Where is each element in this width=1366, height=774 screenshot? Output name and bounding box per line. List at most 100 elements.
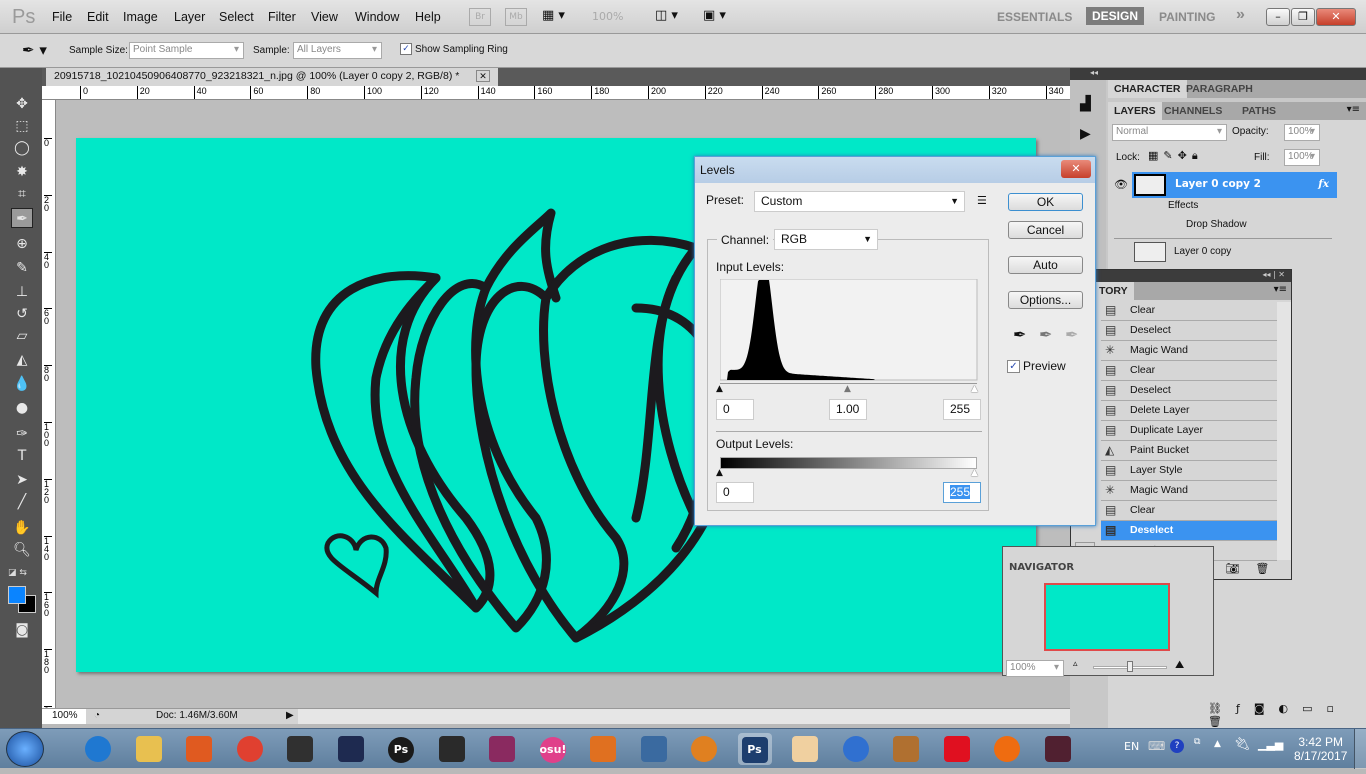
default-colors-icon[interactable]: ◪ ⇆ xyxy=(8,568,27,578)
zoom-field[interactable]: 100% xyxy=(42,709,86,724)
eraser-tool-icon[interactable]: ▱ xyxy=(11,326,33,346)
show-desktop-button[interactable] xyxy=(1354,729,1366,769)
taskbar-app-audacity[interactable] xyxy=(283,733,317,765)
opacity-field[interactable]: 100% xyxy=(1284,124,1320,141)
output-white-slider[interactable]: ▲ xyxy=(971,468,978,478)
taskbar-app-osu-[interactable]: osu! xyxy=(536,733,570,765)
taskbar-app-arrow-app[interactable] xyxy=(990,733,1024,765)
effects-row[interactable]: Effects xyxy=(1168,200,1198,211)
taskbar-app-fl-studio[interactable] xyxy=(687,733,721,765)
output-black-field[interactable]: 0 xyxy=(716,482,754,503)
status-menu-arrow[interactable]: ▶ xyxy=(286,710,294,721)
navigator-preview[interactable] xyxy=(1044,583,1170,651)
taskbar-app-heart-app[interactable] xyxy=(788,733,822,765)
fill-field[interactable]: 100% xyxy=(1284,149,1320,166)
hand-tool-icon[interactable]: ✋ xyxy=(11,518,33,538)
menu-select[interactable]: Select xyxy=(219,10,254,24)
history-item[interactable]: ▤ Deselect xyxy=(1101,521,1277,541)
input-black-field[interactable]: 0 xyxy=(716,399,754,420)
levels-titlebar[interactable]: Levels ✕ xyxy=(695,157,1095,183)
signal-icon[interactable]: ▁▃▅ xyxy=(1258,738,1283,751)
channel-select[interactable]: RGB ▼ xyxy=(774,229,878,250)
tab-history[interactable]: TORY xyxy=(1099,282,1134,300)
output-white-field[interactable]: 255 xyxy=(943,482,981,503)
sample-size-select[interactable]: Point Sample xyxy=(129,42,244,59)
gray-point-eyedropper-icon[interactable]: ✒ xyxy=(1039,325,1052,344)
taskbar-app-opera[interactable] xyxy=(940,733,974,765)
input-white-field[interactable]: 255 xyxy=(943,399,981,420)
tab-paths[interactable]: PATHS xyxy=(1236,102,1282,120)
show-hidden-icons[interactable]: ▲ xyxy=(1214,739,1221,749)
input-gamma-field[interactable]: 1.00 xyxy=(829,399,867,420)
line-tool-icon[interactable]: ╱ xyxy=(11,492,33,512)
close-button[interactable]: ✕ xyxy=(1316,8,1356,26)
output-black-slider[interactable]: ▲ xyxy=(716,468,723,478)
histogram-panel-icon[interactable]: ▟ xyxy=(1080,96,1091,112)
workspace-essentials[interactable]: ESSENTIALS xyxy=(997,10,1072,24)
network-adapter-icon[interactable]: ⧉ xyxy=(1194,737,1200,747)
taskbar-app-internet-explorer[interactable] xyxy=(81,733,115,765)
history-item[interactable]: ▤ Deselect xyxy=(1101,321,1277,341)
history-item[interactable]: ▤ Clear xyxy=(1101,301,1277,321)
layers-footer-icons[interactable]: ⛓ƒ◙◐▭▫🗑︎ xyxy=(1208,702,1366,728)
more-workspaces-button[interactable]: » xyxy=(1236,6,1245,24)
minimize-button[interactable]: – xyxy=(1266,8,1290,26)
screen-mode-icon[interactable]: ▣ ▾ xyxy=(703,8,726,23)
history-item[interactable]: ▤ Layer Style xyxy=(1101,461,1277,481)
tab-character[interactable]: CHARACTER xyxy=(1108,80,1187,98)
clone-stamp-tool-icon[interactable]: ⊥ xyxy=(11,282,33,302)
navigator-slider-handle[interactable] xyxy=(1127,661,1133,672)
zoom-out-icon[interactable]: ▵ xyxy=(1073,659,1078,669)
crop-tool-icon[interactable]: ⌗ xyxy=(11,184,33,204)
quick-mask-icon[interactable]: ◙ xyxy=(11,620,33,640)
dodge-tool-icon[interactable]: ● xyxy=(11,398,33,418)
history-item[interactable]: ✳ Magic Wand xyxy=(1101,481,1277,501)
workspace-design[interactable]: DESIGN xyxy=(1086,7,1145,25)
keyboard-icon[interactable]: ⌨ xyxy=(1148,739,1165,753)
history-item[interactable]: ▤ Deselect xyxy=(1101,381,1277,401)
history-brush-tool-icon[interactable]: ↺ xyxy=(11,304,33,324)
history-panel-header[interactable]: ◂◂ | ✕ xyxy=(1071,270,1291,282)
input-gamma-slider[interactable]: ▲ xyxy=(844,384,851,394)
preset-options-icon[interactable]: ☰ xyxy=(977,194,987,207)
taskbar-app-file-explorer[interactable] xyxy=(132,733,166,765)
drop-shadow-row[interactable]: Drop Shadow xyxy=(1186,219,1247,230)
move-tool-icon[interactable]: ✥ xyxy=(11,94,33,114)
status-info-icon[interactable]: ◔ xyxy=(94,710,100,721)
history-scrollbar[interactable] xyxy=(1277,302,1291,560)
horizontal-scrollbar[interactable] xyxy=(298,709,1070,724)
actions-panel-icon[interactable]: ▶ xyxy=(1080,126,1091,142)
foreground-color-swatch[interactable] xyxy=(8,586,26,604)
cancel-button[interactable]: Cancel xyxy=(1008,221,1083,239)
taskbar-app-viewer[interactable] xyxy=(637,733,671,765)
preview-checkbox[interactable]: ✓ xyxy=(1007,360,1020,373)
history-item[interactable]: ◭ Paint Bucket xyxy=(1101,441,1277,461)
taskbar-app-avatar[interactable] xyxy=(435,733,469,765)
history-item[interactable]: ▤ Duplicate Layer xyxy=(1101,421,1277,441)
menu-window[interactable]: Window xyxy=(355,10,399,24)
taskbar-app-google-chrome[interactable] xyxy=(233,733,267,765)
input-white-slider[interactable]: ▲ xyxy=(971,384,978,394)
bridge-button[interactable]: Br xyxy=(469,8,491,26)
menu-file[interactable]: File xyxy=(52,10,72,24)
preset-select[interactable]: Custom ▼ xyxy=(754,191,965,212)
taskbar-app-audio-editor[interactable] xyxy=(586,733,620,765)
taskbar-app-league-of-legends[interactable] xyxy=(334,733,368,765)
restore-button[interactable]: ❐ xyxy=(1291,8,1315,26)
panel-dock-header[interactable]: ◂◂ xyxy=(1070,68,1366,80)
taskbar-app-bucket[interactable] xyxy=(839,733,873,765)
panel-menu-icon[interactable]: ▾≡ xyxy=(1347,104,1360,115)
marquee-tool-icon[interactable]: ⬚ xyxy=(11,116,33,136)
vertical-ruler[interactable]: 020406080100120140160180200 xyxy=(42,100,56,708)
language-indicator[interactable]: EN xyxy=(1124,740,1139,753)
show-sampling-ring-checkbox[interactable]: ✓ xyxy=(400,43,412,55)
help-icon[interactable]: ? xyxy=(1170,739,1184,753)
history-menu-icon[interactable]: ▾≡ xyxy=(1274,284,1287,295)
lasso-tool-icon[interactable]: ◯ xyxy=(11,138,33,158)
type-tool-icon[interactable]: T xyxy=(11,446,33,466)
view-extras-icon[interactable]: ▦ ▾ xyxy=(542,8,565,23)
navigator-zoom-field[interactable]: 100% xyxy=(1006,660,1064,677)
tab-channels[interactable]: CHANNELS xyxy=(1158,102,1228,120)
horizontal-ruler[interactable]: 0 20 40 60 80 100 120 140 160 180 200 220 240 260 280 3… xyxy=(42,86,1070,100)
tab-paragraph[interactable]: PARAGRAPH xyxy=(1180,80,1259,98)
